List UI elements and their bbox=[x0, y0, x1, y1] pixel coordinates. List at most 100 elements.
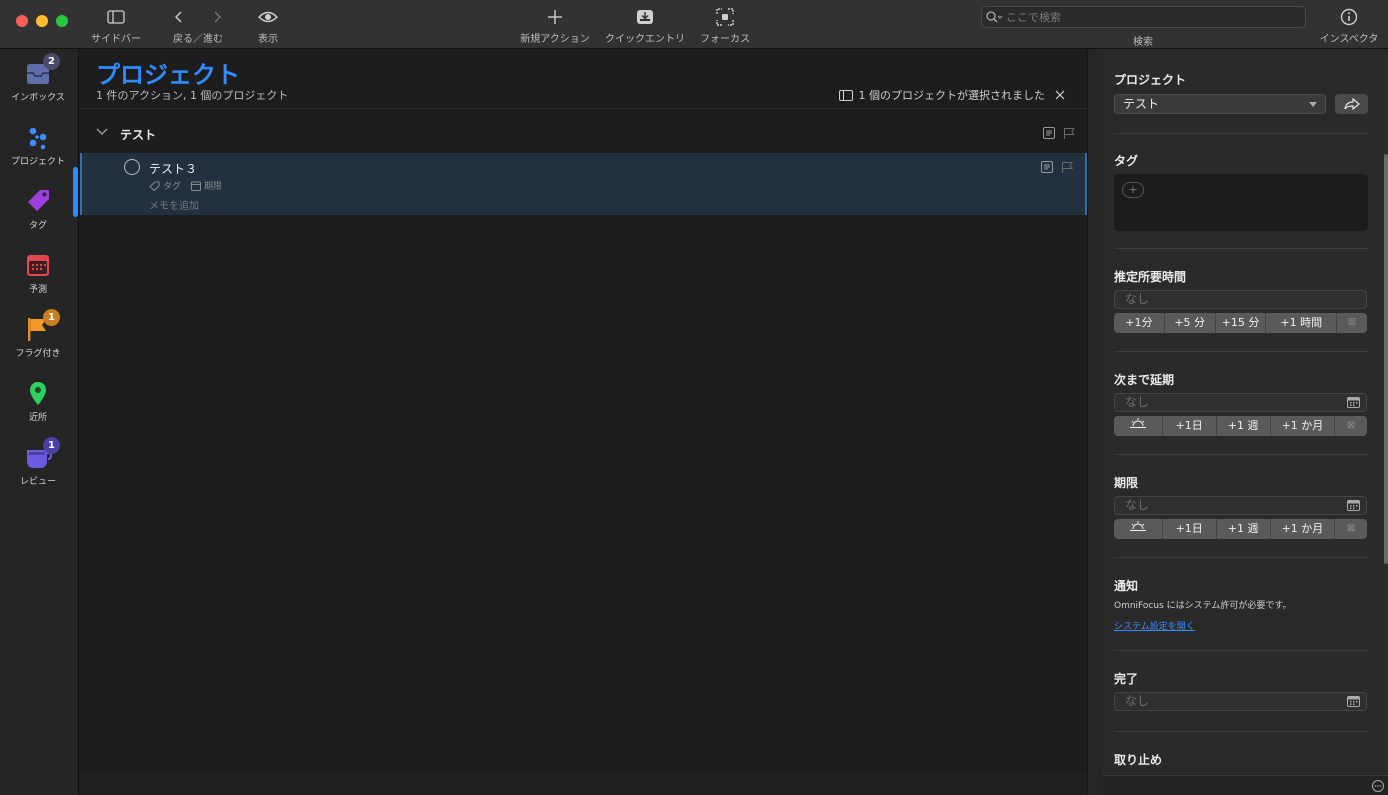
note-icon[interactable] bbox=[1041, 161, 1053, 173]
back-forward-control[interactable]: 戻る／進む bbox=[166, 6, 230, 45]
sidebar-icon bbox=[107, 10, 125, 24]
new-action-button[interactable]: 新規アクション bbox=[517, 6, 593, 45]
close-window-button[interactable] bbox=[16, 15, 28, 27]
defer-plus-1week-button[interactable]: +1 週 bbox=[1217, 416, 1271, 436]
tags-field[interactable]: + bbox=[1114, 174, 1368, 231]
calendar-icon[interactable] bbox=[1347, 397, 1360, 408]
project-title[interactable]: テスト bbox=[120, 126, 156, 143]
task-note-field[interactable]: メモを追加 bbox=[149, 197, 199, 212]
sidebar-item-inbox[interactable]: 2 インボックス bbox=[0, 51, 76, 111]
estimate-plus-1hour-button[interactable]: +1 時間 bbox=[1266, 313, 1338, 333]
due-plus-1week-button[interactable]: +1 週 bbox=[1217, 519, 1271, 539]
inbox-badge: 2 bbox=[43, 53, 60, 70]
due-date-field[interactable]: なし bbox=[1114, 496, 1367, 515]
more-options-icon[interactable] bbox=[1372, 780, 1384, 792]
sidebar-item-forecast[interactable]: 予測 bbox=[0, 243, 76, 303]
due-date-placeholder: なし bbox=[1125, 498, 1150, 512]
estimate-plus-1min-button[interactable]: +1分 bbox=[1114, 313, 1165, 333]
notification-section-title: 通知 bbox=[1114, 579, 1139, 593]
sidebar-item-flagged[interactable]: 1 フラグ付き bbox=[0, 307, 76, 367]
new-action-label: 新規アクション bbox=[520, 34, 590, 45]
due-clear-button[interactable]: ⊠ bbox=[1335, 519, 1367, 539]
calendar-icon[interactable] bbox=[1347, 696, 1360, 707]
quick-entry-button[interactable]: クイックエントリ bbox=[602, 6, 688, 45]
due-plus-1month-button[interactable]: +1 か月 bbox=[1271, 519, 1336, 539]
flag-outline-icon[interactable] bbox=[1063, 127, 1075, 139]
add-tag-button[interactable]: + bbox=[1122, 182, 1144, 198]
sidebar-icon bbox=[838, 89, 853, 101]
project-select[interactable]: テスト bbox=[1114, 94, 1326, 114]
completed-date-placeholder: なし bbox=[1125, 694, 1150, 708]
defer-clear-button[interactable]: ⊠ bbox=[1335, 416, 1367, 436]
view-button[interactable]: 表示 bbox=[252, 6, 284, 45]
due-today-button[interactable] bbox=[1114, 519, 1163, 539]
chevron-right-icon[interactable] bbox=[213, 11, 221, 23]
task-due-field[interactable]: 期限 bbox=[191, 179, 222, 192]
sunrise-icon bbox=[1129, 521, 1146, 531]
task-title[interactable]: テスト３ bbox=[149, 160, 197, 177]
due-plus-1day-button[interactable]: +1日 bbox=[1163, 519, 1217, 539]
defer-plus-1month-button[interactable]: +1 か月 bbox=[1271, 416, 1336, 436]
sunrise-icon bbox=[1129, 418, 1146, 428]
task-due-placeholder: 期限 bbox=[204, 182, 223, 192]
estimate-plus-15min-button[interactable]: +15 分 bbox=[1216, 313, 1267, 333]
share-arrow-icon bbox=[1343, 98, 1360, 110]
projects-icon bbox=[29, 127, 47, 150]
task-row-icons bbox=[1041, 161, 1073, 173]
defer-date-placeholder: なし bbox=[1125, 395, 1150, 409]
defer-today-button[interactable] bbox=[1114, 416, 1163, 436]
close-icon[interactable] bbox=[1055, 90, 1065, 100]
flag-outline-icon[interactable] bbox=[1061, 161, 1073, 173]
chevron-left-icon[interactable] bbox=[175, 11, 183, 23]
note-icon[interactable] bbox=[1043, 127, 1055, 139]
estimate-section-title: 推定所要時間 bbox=[1114, 270, 1187, 284]
due-section-title: 期限 bbox=[1114, 476, 1139, 490]
eye-icon bbox=[258, 11, 278, 23]
task-status-circle[interactable] bbox=[124, 159, 140, 175]
task-meta: タグ 期限 bbox=[149, 179, 222, 192]
inspector-panel: プロジェクト テスト タグ + 推定所要時間 なし +1分 +5 分 +15 分… bbox=[1103, 49, 1388, 795]
sidebar-item-tags[interactable]: タグ bbox=[0, 179, 76, 239]
task-tag-field[interactable]: タグ bbox=[149, 179, 181, 192]
inspector-button[interactable]: インスペクタ bbox=[1313, 6, 1385, 45]
go-to-project-button[interactable] bbox=[1335, 94, 1368, 114]
inspector-scrollbar[interactable] bbox=[1384, 154, 1388, 564]
defer-date-field[interactable]: なし bbox=[1114, 393, 1367, 412]
sidebar-toggle-label: サイドバー bbox=[91, 34, 141, 45]
pane-splitter[interactable] bbox=[1087, 49, 1103, 795]
section-divider bbox=[1114, 731, 1368, 732]
project-select-value: テスト bbox=[1123, 97, 1160, 111]
defer-plus-1day-button[interactable]: +1日 bbox=[1163, 416, 1217, 436]
selection-info-text: 1 個のプロジェクトが選択されました bbox=[858, 89, 1046, 102]
search-field[interactable] bbox=[981, 6, 1306, 28]
focus-icon bbox=[716, 8, 734, 26]
calendar-icon[interactable] bbox=[1347, 500, 1360, 511]
sidebar-item-projects[interactable]: プロジェクト bbox=[0, 115, 76, 175]
inspector-bottom-bar bbox=[1103, 775, 1388, 795]
quick-entry-tray-icon bbox=[637, 10, 653, 24]
task-row[interactable]: テスト３ タグ 期限 メモを追加 bbox=[80, 153, 1087, 215]
sidebar-item-nearby[interactable]: 近所 bbox=[0, 371, 76, 431]
estimate-plus-5min-button[interactable]: +5 分 bbox=[1165, 313, 1216, 333]
completed-date-field[interactable]: なし bbox=[1114, 692, 1367, 711]
open-system-settings-link[interactable]: システム設定を開く bbox=[1114, 619, 1195, 632]
dropped-section-title: 取り止め bbox=[1114, 753, 1163, 767]
task-tag-placeholder: タグ bbox=[163, 182, 182, 192]
zoom-window-button[interactable] bbox=[56, 15, 68, 27]
review-badge: 1 bbox=[43, 437, 60, 454]
estimate-clear-button[interactable]: ⊠ bbox=[1337, 313, 1367, 333]
section-divider bbox=[1114, 133, 1368, 134]
project-group-row[interactable]: テスト bbox=[80, 119, 1087, 147]
focus-button[interactable]: フォーカス bbox=[697, 6, 753, 45]
chevron-down-icon[interactable] bbox=[96, 128, 108, 136]
estimate-field[interactable]: なし bbox=[1114, 290, 1367, 309]
defer-section-title: 次まで延期 bbox=[1114, 373, 1175, 387]
search-icon bbox=[986, 11, 1002, 23]
search-input[interactable] bbox=[1006, 10, 1286, 24]
sidebar-item-label: 近所 bbox=[28, 413, 47, 423]
defer-buttons: +1日 +1 週 +1 か月 ⊠ bbox=[1114, 416, 1367, 436]
notification-description: OmniFocus にはシステム許可が必要です。 bbox=[1114, 601, 1292, 611]
sidebar-toggle-button[interactable]: サイドバー bbox=[88, 6, 144, 45]
minimize-window-button[interactable] bbox=[36, 15, 48, 27]
sidebar-item-review[interactable]: 1 レビュー bbox=[0, 435, 76, 495]
